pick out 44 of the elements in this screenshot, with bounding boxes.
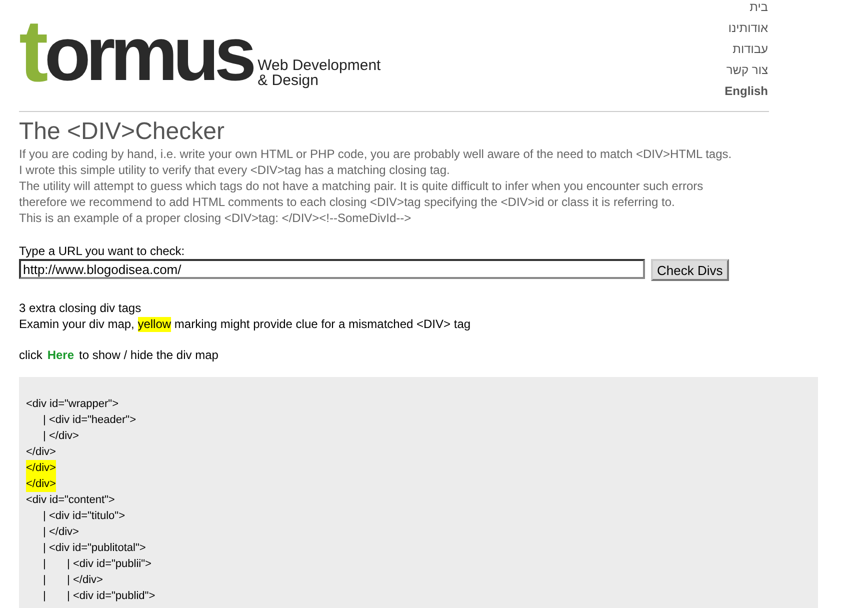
code-line: <div id="publii"> xyxy=(73,557,152,572)
toggle-text: click xyxy=(19,348,42,362)
toggle-text: to show / hide the div map xyxy=(79,348,218,362)
code-line: <div id="titulo"> xyxy=(49,509,125,524)
guide-text: | xyxy=(43,573,47,588)
code-line: <div id="wrapper"> xyxy=(26,397,119,412)
guide-text: | xyxy=(43,525,47,540)
guide-text: | xyxy=(43,413,47,428)
code-line: </div> xyxy=(49,429,79,444)
logo-tagline: & Design xyxy=(258,73,318,88)
guide-text: | xyxy=(43,589,47,604)
intro-text: therefore we recommend to add HTML comments to each closing <DIV>tag specifying the <DIV>id or class it is referring to. xyxy=(19,194,676,210)
code-line: </div> xyxy=(73,573,103,588)
guide-text: | xyxy=(67,557,71,572)
page-title: The <DIV>Checker xyxy=(19,119,226,145)
guide-text: | xyxy=(67,573,71,588)
logo-mark: t xyxy=(19,12,44,90)
nav-link[interactable]: English xyxy=(724,81,768,102)
intro-text: This is an example of a proper closing <DIV>tag: </DIV><!--SomeDivId--> xyxy=(19,210,412,226)
check-divs-button[interactable]: Check Divs xyxy=(651,259,729,281)
code-line: <div id="header"> xyxy=(49,413,136,428)
guide-text: | xyxy=(67,589,71,604)
here-link[interactable]: Here xyxy=(47,348,74,362)
code-line: </div> xyxy=(49,525,79,540)
url-input[interactable]: http://www.blogodisea.com/ xyxy=(19,259,645,279)
intro-text: If you are coding by hand, i.e. write your own HTML or PHP code, you are probably well aware of the need to match <DIV>HTML tags. xyxy=(19,146,733,162)
nav-link[interactable]: צור קשר xyxy=(726,60,768,81)
guide-text: | xyxy=(43,509,47,524)
logo-tagline: Web Development xyxy=(258,58,381,73)
nav-link[interactable]: עבודות xyxy=(732,39,768,60)
nav-link[interactable]: בית xyxy=(750,0,768,18)
code-line: <div id="publitotal"> xyxy=(49,541,146,556)
intro-text: The utility will attempt to guess which tags do not have a matching pair. It is quite difficult to infer when you encounter such errors xyxy=(19,178,704,194)
code-line: </div> xyxy=(26,445,56,460)
code-line: <div id="content"> xyxy=(26,493,115,508)
result-summary: 3 extra closing div tags xyxy=(19,300,142,316)
guide-text: | xyxy=(43,557,47,572)
intro-text: I wrote this simple utility to verify that every <DIV>tag has a matching closing tag. xyxy=(19,162,451,178)
code-line: <div id="publid"> xyxy=(73,589,156,604)
url-label: Type a URL you want to check: xyxy=(19,244,186,258)
guide-text: | xyxy=(43,541,47,556)
guide-text: | xyxy=(43,429,47,444)
nav-link[interactable]: אודותינו xyxy=(728,18,768,39)
logo-name: ormus xyxy=(44,20,252,90)
